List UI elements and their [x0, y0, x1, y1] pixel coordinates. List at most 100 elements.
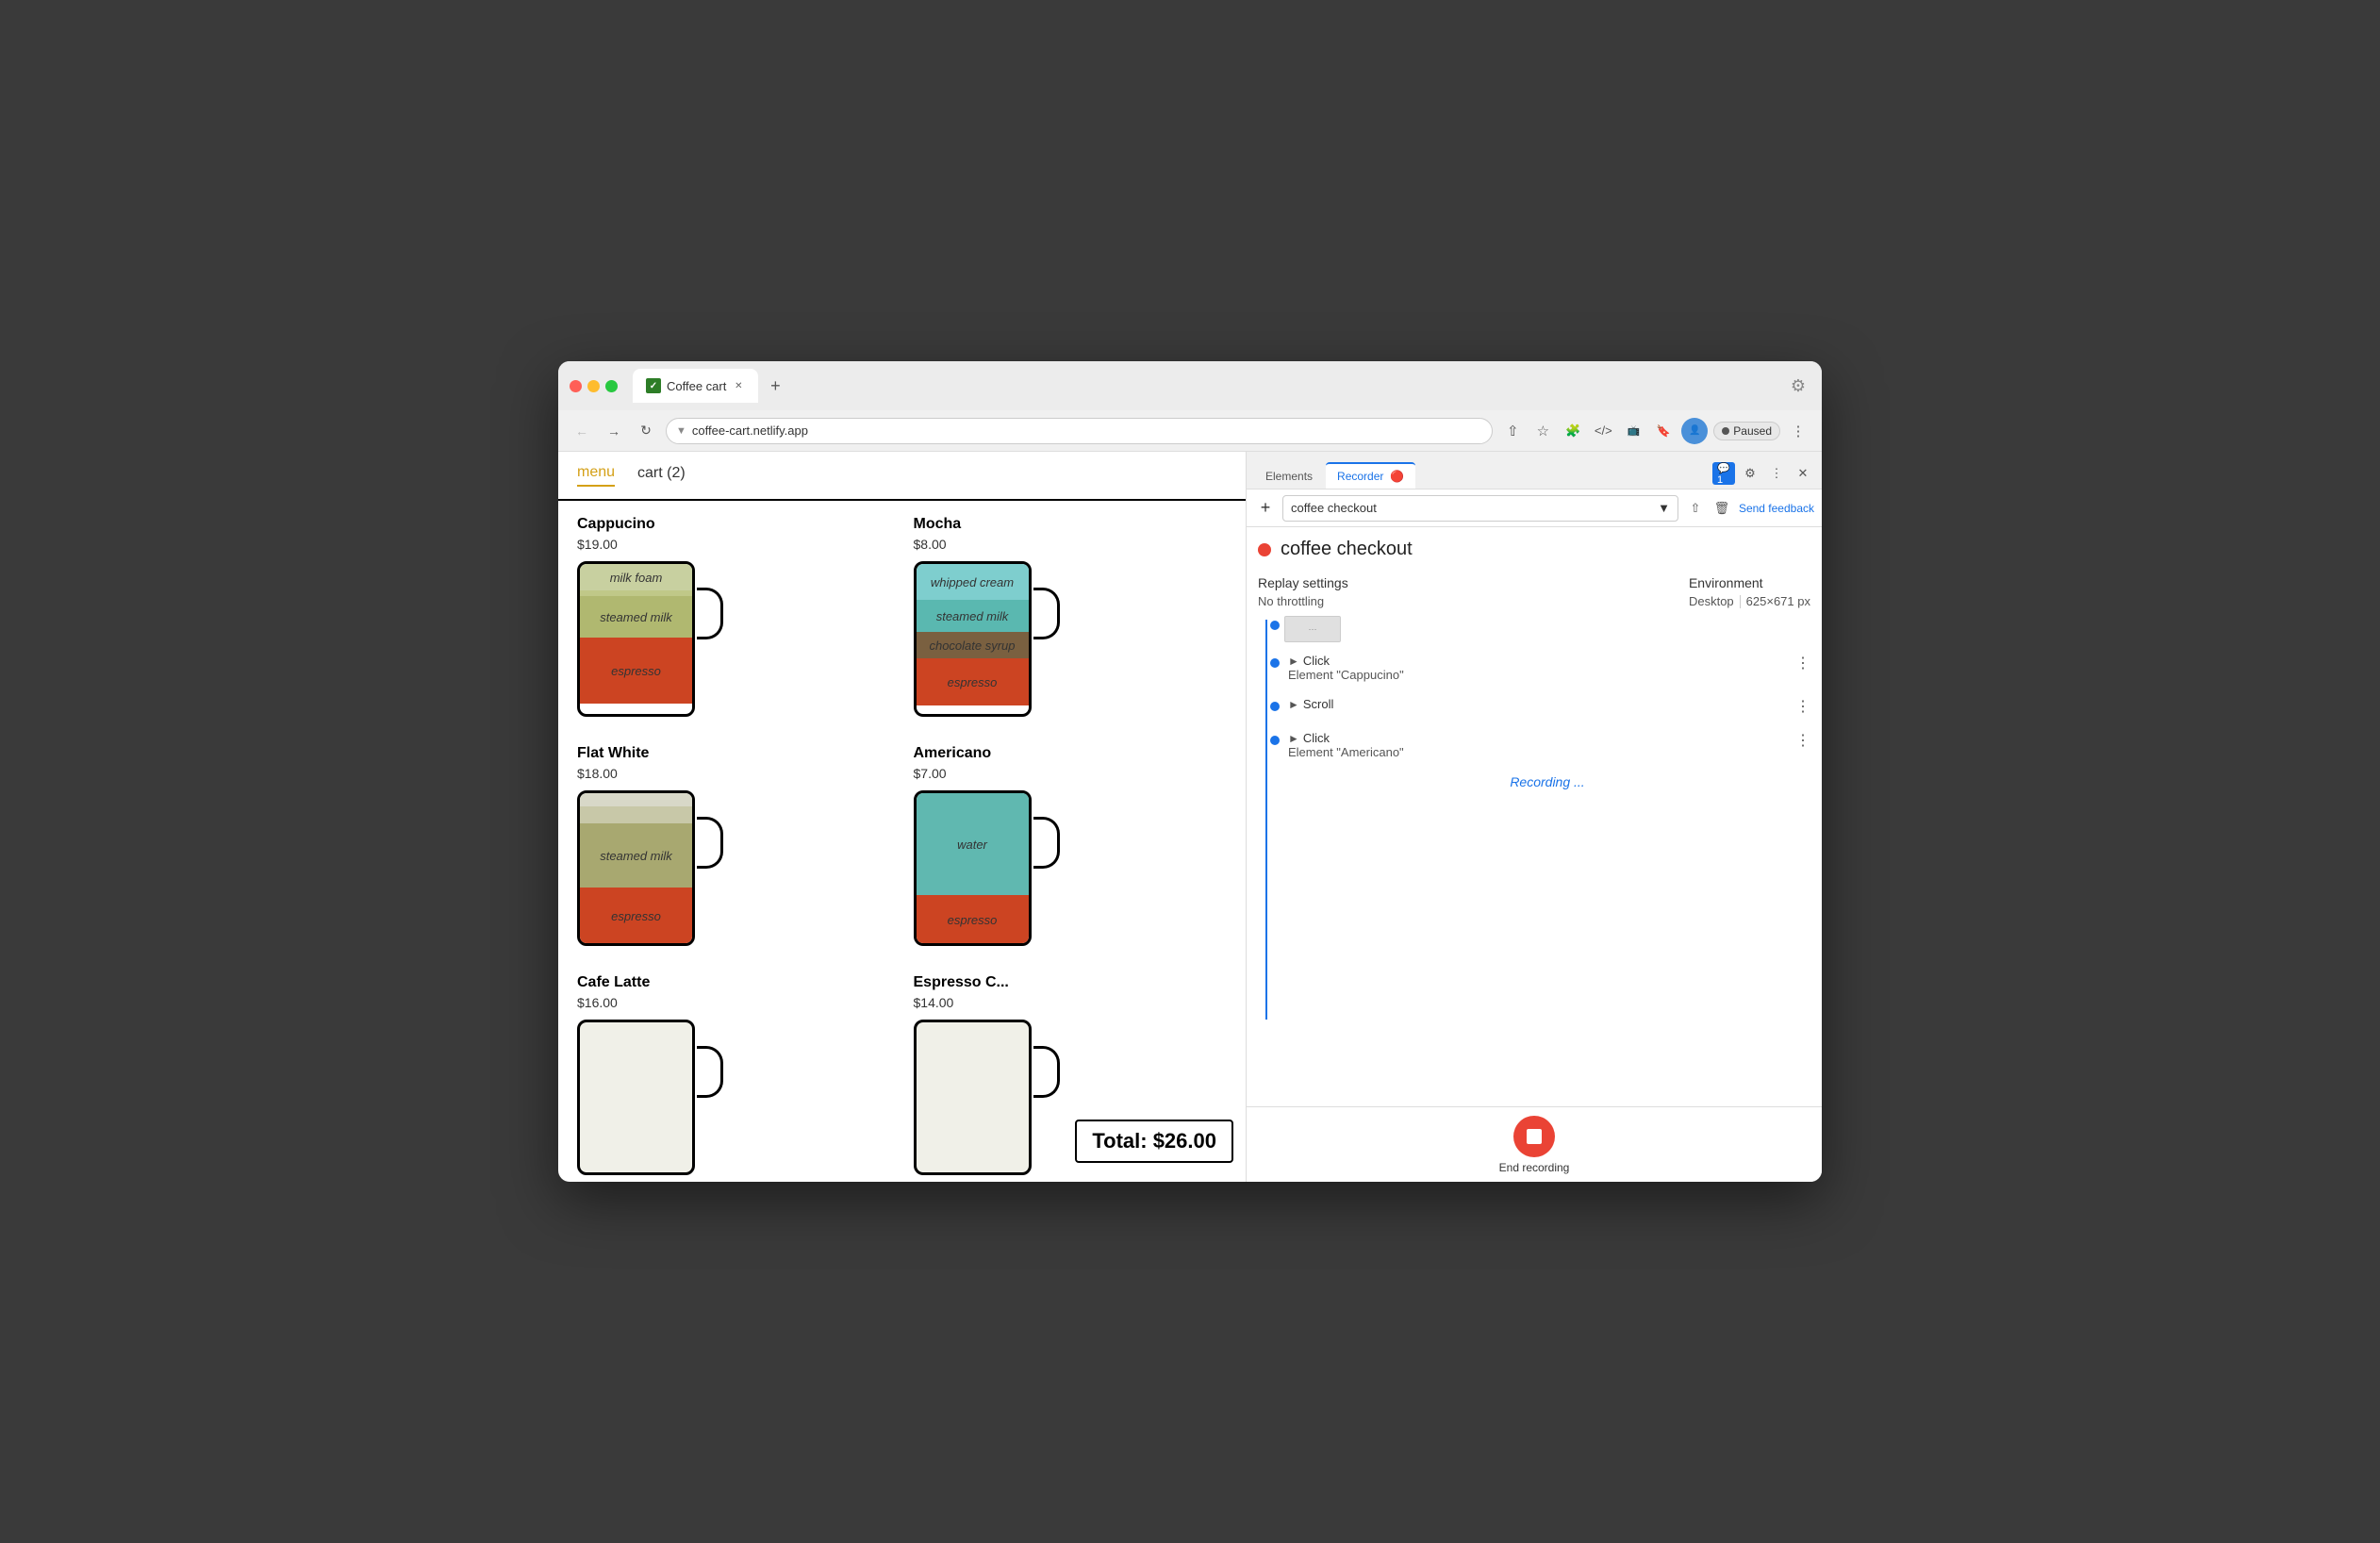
- step-menu-icon[interactable]: ⋮: [1795, 731, 1810, 750]
- menu-nav-link[interactable]: menu: [577, 464, 615, 487]
- cafelatte-mug: [577, 1020, 723, 1182]
- coffee-price: $14.00: [914, 995, 1228, 1010]
- coffee-name: Americano: [914, 745, 1228, 762]
- total-label: Total: $26.00: [1092, 1129, 1216, 1153]
- tab-elements[interactable]: Elements: [1254, 464, 1324, 489]
- devtools-tab-icons: 💬 1 ⚙ ⋮ ✕: [1712, 462, 1814, 489]
- cart-nav-link[interactable]: cart (2): [637, 465, 686, 486]
- coffee-item-mocha[interactable]: Mocha $8.00 whipped cream steamed milk c…: [914, 516, 1228, 726]
- webpage: menu cart (2) Cappucino $19.00 milk foam: [558, 452, 1247, 1182]
- recording-selector[interactable]: coffee checkout ▼: [1282, 495, 1678, 522]
- step-screenshot: ···: [1284, 616, 1810, 642]
- light-layer: [580, 806, 692, 823]
- lock-icon: ▼: [676, 425, 686, 437]
- mocha-mug: whipped cream steamed milk chocolate syr…: [914, 561, 1060, 726]
- coffee-item-flatwhite[interactable]: Flat White $18.00 steamed milk: [577, 745, 891, 955]
- recorder-toolbar: + coffee checkout ▼ ⇧ 🗑 Send feedback: [1247, 489, 1822, 527]
- espresso-mug: [914, 1020, 1060, 1182]
- title-bar: ✓ Coffee cart ✕ + ⚙: [558, 361, 1822, 410]
- close-devtools-icon[interactable]: ✕: [1792, 462, 1814, 485]
- mug-handle: [1033, 1046, 1060, 1098]
- tab-recorder[interactable]: Recorder 🔴: [1326, 462, 1415, 489]
- maximize-button[interactable]: [605, 380, 618, 392]
- stop-recording-button[interactable]: [1513, 1116, 1555, 1157]
- coffee-name: Mocha: [914, 516, 1228, 533]
- steamed-milk-layer: steamed milk: [580, 823, 692, 888]
- refresh-button[interactable]: ↻: [634, 419, 658, 443]
- settings-icon[interactable]: ⚙: [1786, 373, 1810, 398]
- replay-settings-col: Replay settings No throttling: [1258, 575, 1348, 608]
- coffee-price: $16.00: [577, 995, 891, 1010]
- step-title: Scroll: [1303, 697, 1334, 711]
- more-options-icon[interactable]: ⋮: [1765, 462, 1788, 485]
- new-tab-button[interactable]: +: [762, 373, 788, 399]
- toolbar-icons: ⇧ ☆ 🧩 </> 📺 🔖 👤 Paused ⋮: [1500, 418, 1810, 444]
- step-title: Click: [1303, 731, 1330, 745]
- coffee-name: Cappucino: [577, 516, 891, 533]
- chevron-down-icon: ▼: [1658, 501, 1670, 515]
- active-tab[interactable]: ✓ Coffee cart ✕: [633, 369, 758, 403]
- step-expand-icon[interactable]: ►: [1288, 655, 1299, 668]
- profile-button[interactable]: 👤: [1681, 418, 1708, 444]
- forward-button[interactable]: →: [602, 419, 626, 443]
- coffee-price: $7.00: [914, 766, 1228, 781]
- milk-foam-layer: milk foam: [580, 564, 692, 590]
- step-menu-icon[interactable]: ⋮: [1795, 697, 1810, 716]
- coffee-grid: Cappucino $19.00 milk foam steamed milk: [558, 501, 1246, 1182]
- delete-button[interactable]: 🗑: [1711, 497, 1733, 520]
- timeline-line: [1265, 620, 1267, 1020]
- coffee-item-cappucino[interactable]: Cappucino $19.00 milk foam steamed milk: [577, 516, 891, 726]
- close-button[interactable]: [570, 380, 582, 392]
- flatwhite-mug: steamed milk espresso: [577, 790, 723, 955]
- profile-extension-icon[interactable]: 🔖: [1651, 419, 1676, 443]
- browser-window: ✓ Coffee cart ✕ + ⚙ ← → ↻ ▼ coffee-cart.…: [558, 361, 1822, 1182]
- cappucino-mug: milk foam steamed milk espresso: [577, 561, 723, 726]
- step-scroll: ► Scroll ⋮: [1284, 697, 1810, 716]
- browser-toolbar: ← → ↻ ▼ coffee-cart.netlify.app ⇧ ☆ 🧩 </…: [558, 410, 1822, 452]
- chocolate-syrup-layer: chocolate syrup: [917, 632, 1029, 658]
- address-bar[interactable]: ▼ coffee-cart.netlify.app: [666, 418, 1493, 444]
- tab-close-icon[interactable]: ✕: [732, 379, 745, 392]
- devtools-body: coffee checkout Replay settings No throt…: [1247, 527, 1822, 1106]
- coffee-item-americano[interactable]: Americano $7.00 water espresso: [914, 745, 1228, 955]
- whipped-cream-layer: whipped cream: [917, 564, 1029, 600]
- export-button[interactable]: ⇧: [1684, 497, 1707, 520]
- chat-icon[interactable]: 💬 1: [1712, 462, 1735, 485]
- cast-icon[interactable]: 📺: [1621, 419, 1645, 443]
- steps-area: ··· ► Click Element "Cappucino": [1258, 616, 1810, 1095]
- step-click-cappucino: ► Click Element "Cappucino" ⋮: [1284, 654, 1810, 682]
- step-click-americano: ► Click Element "Americano" ⋮: [1284, 731, 1810, 759]
- devtools-icon[interactable]: </>: [1591, 419, 1615, 443]
- devtools-tabs: Elements Recorder 🔴 💬 1 ⚙ ⋮ ✕: [1247, 452, 1822, 489]
- url-text: coffee-cart.netlify.app: [692, 423, 808, 438]
- settings-icon[interactable]: ⚙: [1739, 462, 1761, 485]
- coffee-price: $19.00: [577, 537, 891, 552]
- steamed-milk-layer: steamed milk: [580, 596, 692, 638]
- espresso-layer: espresso: [580, 888, 692, 944]
- send-feedback-link[interactable]: Send feedback: [1739, 502, 1814, 515]
- bookmark-icon[interactable]: ☆: [1530, 419, 1555, 443]
- traffic-lights: [570, 380, 618, 392]
- recording-status: Recording ...: [1284, 774, 1810, 789]
- coffee-item-cafelatte[interactable]: Cafe Latte $16.00: [577, 974, 891, 1182]
- more-menu-icon[interactable]: ⋮: [1786, 419, 1810, 443]
- espresso-layer: espresso: [917, 658, 1029, 705]
- paused-dot: [1722, 427, 1729, 435]
- espresso-layer: espresso: [917, 895, 1029, 944]
- step-menu-icon[interactable]: ⋮: [1795, 654, 1810, 672]
- minimize-button[interactable]: [587, 380, 600, 392]
- step-expand-icon[interactable]: ►: [1288, 732, 1299, 745]
- end-recording-label: End recording: [1499, 1161, 1570, 1174]
- step-expand-icon[interactable]: ►: [1288, 698, 1299, 711]
- add-recording-button[interactable]: +: [1254, 497, 1277, 520]
- back-button[interactable]: ←: [570, 419, 594, 443]
- step-dot: [1270, 621, 1280, 630]
- americano-mug: water espresso: [914, 790, 1060, 955]
- recording-status-dot: [1258, 543, 1271, 556]
- stop-icon: [1527, 1129, 1542, 1144]
- step-title: Click: [1303, 654, 1330, 668]
- replay-settings-section: Replay settings No throttling Environmen…: [1258, 575, 1810, 608]
- step-dot: [1270, 658, 1280, 668]
- share-icon[interactable]: ⇧: [1500, 419, 1525, 443]
- extensions-icon[interactable]: 🧩: [1561, 419, 1585, 443]
